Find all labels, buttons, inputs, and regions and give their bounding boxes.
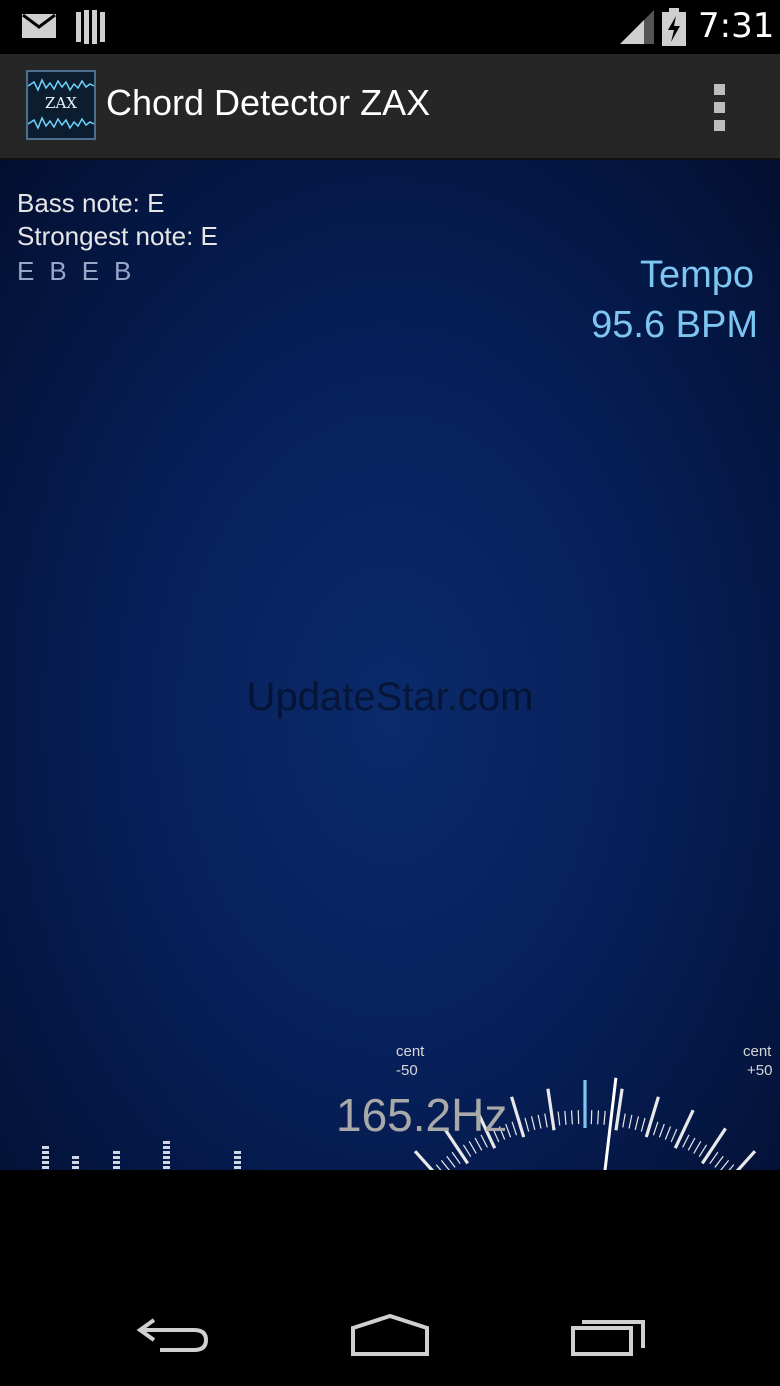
note-sequence: EBEB [17,256,146,287]
gauge-minor-tick [709,1151,719,1165]
app-title: Chord Detector ZAX [106,82,431,123]
cent-left-label: cent [396,1043,425,1060]
gauge-minor-tick [622,1113,626,1128]
gauge-minor-tick [462,1144,472,1157]
gauge-minor-tick [693,1140,702,1154]
note-4: B [114,256,132,286]
gauge-minor-tick [634,1116,640,1131]
battery-charging-icon [662,8,686,46]
gauge-minor-tick [511,1121,518,1136]
cent-right-value: +50 [747,1062,773,1079]
cent-left-value: -50 [396,1062,418,1079]
gauge-minor-tick [698,1144,708,1157]
tempo-label: Tempo [639,254,754,296]
gauge-minor-tick [628,1114,633,1129]
gauge-minor-tick [658,1123,665,1138]
app-icon[interactable]: ZAX [26,70,96,140]
home-icon[interactable] [350,1314,430,1356]
gauge-major-tick [510,1096,526,1138]
level-meter [42,1141,241,1169]
gauge-minor-tick [557,1111,561,1126]
gauge-minor-tick [714,1155,724,1168]
gauge-minor-tick [603,1110,606,1125]
watermark: UpdateStar.com [246,675,534,719]
gauge-major-tick [546,1088,556,1131]
gauge-minor-tick [687,1137,696,1151]
gauge-minor-tick [451,1151,461,1165]
mail-icon [22,14,56,38]
gauge-major-tick [614,1088,624,1131]
note-2: B [49,256,67,286]
back-icon[interactable] [136,1310,212,1356]
overflow-menu-icon[interactable] [704,80,734,134]
gauge-minor-tick [640,1117,646,1132]
status-bar: 7:31 [0,0,780,54]
frequency-readout: 165.2Hz [336,1089,508,1141]
note-3: E [81,256,100,286]
gauge-minor-tick [570,1110,573,1125]
gauge-minor-tick [720,1159,730,1170]
gauge-minor-tick [664,1126,672,1140]
barcode-icon [76,10,105,44]
cent-right-label: cent [743,1043,772,1060]
gauge-minor-tick [440,1159,450,1170]
tempo-value: 95.6 BPM [591,304,758,346]
gauge-minor-tick [682,1134,690,1148]
strongest-note: Strongest note: E [17,221,218,251]
action-bar: ZAX Chord Detector ZAX [0,54,780,160]
navigation-bar [0,1170,780,1386]
gauge-minor-tick [652,1121,659,1136]
gauge-minor-tick [524,1117,530,1132]
gauge-minor-tick [537,1114,542,1129]
gauge-major-tick [673,1109,695,1149]
gauge-minor-tick [468,1140,477,1154]
bass-note: Bass note: E [17,188,165,218]
gauge-minor-tick [670,1128,678,1143]
gauge-minor-tick [597,1110,600,1125]
gauge-minor-tick [530,1116,536,1131]
gauge-minor-tick [544,1113,548,1128]
note-1: E [17,256,35,286]
clock: 7:31 [698,6,775,46]
main-display: Bass note: E Strongest note: E EBEB Temp… [0,160,780,1170]
app-icon-text: ZAX [45,94,77,112]
gauge-minor-tick [446,1155,456,1168]
tuner-needle [603,1077,618,1170]
signal-icon [620,10,654,44]
recent-apps-icon[interactable] [570,1314,648,1356]
gauge-major-tick [644,1096,660,1138]
gauge-minor-tick [564,1110,567,1125]
